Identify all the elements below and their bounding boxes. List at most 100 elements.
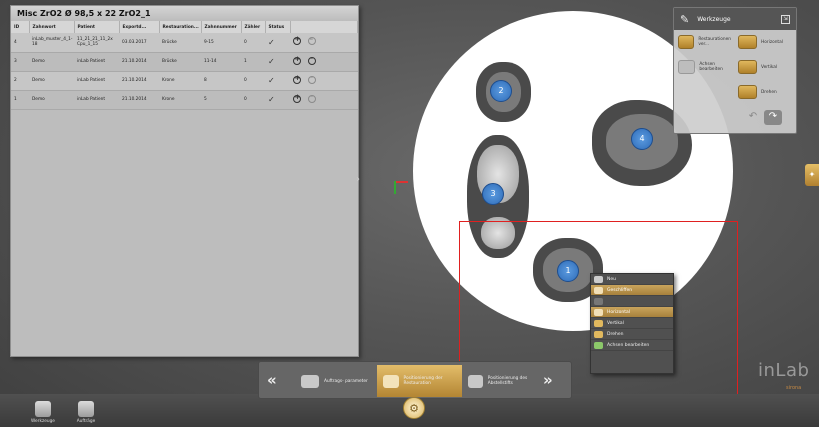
settings-gear-icon[interactable]: ⚙: [403, 397, 425, 419]
remove-icon[interactable]: [307, 92, 316, 103]
menu-item-horizontal[interactable]: Horizontal: [591, 307, 673, 318]
status-check-icon: ✓: [268, 95, 275, 104]
menu-item-geschliffen[interactable]: Geschliffen: [591, 285, 673, 296]
cell-export: 21.10.2014: [119, 71, 159, 91]
remove-icon[interactable]: [307, 35, 316, 46]
status-check-icon: ✓: [268, 76, 275, 85]
tool-label: Drehen: [761, 89, 777, 95]
cell-actions: [290, 52, 358, 72]
edit-axes-button[interactable]: Achsen bearbeiten: [678, 60, 736, 74]
cell-zahnnummer: 9-15: [201, 33, 241, 53]
cell-restauration: Brücke: [159, 33, 201, 53]
remove-icon[interactable]: [307, 73, 316, 84]
jobs-icon: [78, 401, 94, 417]
cell-zahnnummer: 8: [201, 71, 241, 91]
restoration-reset-icon: [678, 35, 695, 49]
bottom-tool-label: Aufträge: [76, 419, 96, 424]
cell-patient: inLab Patient: [74, 71, 119, 91]
cell-status: ✓: [265, 90, 290, 110]
horizontal-button[interactable]: Horizontal: [738, 35, 796, 49]
table-row[interactable]: 2 Demo inLab Patient 21.10.2014 Krone 8 …: [11, 71, 358, 91]
column-header-zahnwort[interactable]: Zahnwort: [29, 21, 75, 33]
cell-export: 03.03.2017: [119, 33, 159, 53]
context-menu: Neu Geschliffen Horizontal Vertikal Dreh…: [590, 273, 674, 374]
table-row[interactable]: 1 Demo inLab Patient 21.10.2014 Krone 5 …: [11, 90, 358, 110]
menu-item-neu[interactable]: Neu: [591, 274, 673, 285]
cell-zaehler: 1: [241, 52, 265, 72]
panel-title: Misc ZrO2 Ø 98,5 x 22 ZrO2_1: [11, 6, 358, 21]
workflow-step-restoration-positioning[interactable]: Positionierung der Restauration: [377, 365, 462, 397]
vertical-button[interactable]: Vertikal: [738, 60, 796, 74]
table-row[interactable]: 4 inLab_muster_4_1-18 11_21_21_11_2x Cpu…: [11, 33, 358, 53]
tools-icon: [35, 401, 51, 417]
cell-zahnwort: inLab_muster_4_1-18: [29, 33, 74, 53]
menu-item-vertikal[interactable]: Vertikal: [591, 318, 673, 329]
redo-icon[interactable]: ↷: [764, 110, 782, 125]
column-header-actions: [290, 21, 358, 33]
menu-item-label: Horizontal: [607, 309, 630, 315]
tool-label: Horizontal: [761, 39, 783, 45]
cell-export: 21.10.2014: [119, 52, 159, 72]
horizontal-icon: [594, 308, 603, 316]
workflow-step-label: Auftrags- parameter: [324, 378, 368, 384]
column-header-zahnnummer[interactable]: Zahnnummer: [201, 21, 242, 33]
remove-icon[interactable]: [307, 54, 316, 65]
new-icon: [594, 275, 603, 283]
cell-actions: [290, 71, 358, 91]
jobs-bottom-button[interactable]: Aufträge: [71, 401, 101, 424]
tools-bottom-button[interactable]: Werkzeuge: [28, 401, 58, 424]
table-row[interactable]: 3 Demo inLab Patient 21.10.2014 Brücke 1…: [11, 52, 358, 72]
jobs-table: ID Zahnwort Patient Exportd... Restaurat…: [11, 21, 358, 110]
cell-zahnwort: Demo: [29, 90, 74, 110]
pin-icon[interactable]: ⇲: [781, 14, 790, 24]
status-check-icon: ✓: [268, 37, 275, 47]
column-header-patient[interactable]: Patient: [74, 21, 120, 33]
column-header-export[interactable]: Exportd...: [119, 21, 160, 33]
workflow-step-label: Positionierung des Abstellstifts: [487, 376, 528, 386]
menu-item-label: Neu: [607, 276, 616, 282]
edit-axes-icon: [594, 341, 603, 349]
undo-icon[interactable]: ↶: [744, 110, 762, 125]
rotate-button[interactable]: Drehen: [738, 85, 796, 99]
cell-status: ✓: [265, 52, 290, 72]
tool-label: Restaurationen ver...: [698, 37, 732, 47]
brand-logo: inLab: [758, 360, 810, 381]
restoration-badge-2[interactable]: 2: [490, 80, 512, 102]
collapse-panel-arrow-icon[interactable]: ›: [356, 174, 364, 188]
column-header-status[interactable]: Status: [265, 21, 291, 33]
previous-step-icon[interactable]: «: [267, 371, 277, 389]
add-icon[interactable]: [293, 35, 301, 46]
menu-item-label: Geschliffen: [607, 287, 633, 293]
column-header-zaehler[interactable]: Zähler: [241, 21, 266, 33]
tools-panel: ✎ Werkzeuge ⇲ Restaurationen ver... Hori…: [673, 7, 797, 134]
vertical-icon: [738, 60, 757, 74]
menu-item-drehen[interactable]: Drehen: [591, 329, 673, 340]
job-parameters-icon: [301, 374, 319, 388]
restoration-reset-button[interactable]: Restaurationen ver...: [678, 35, 736, 49]
tool-label: Achsen bearbeiten: [699, 62, 723, 72]
menu-item-empty[interactable]: [591, 296, 673, 307]
horizontal-icon: [738, 35, 757, 49]
cell-id: 4: [11, 33, 29, 53]
restoration-badge-3[interactable]: 3: [482, 183, 504, 205]
milled-icon: [594, 286, 603, 294]
column-header-id[interactable]: ID: [11, 21, 30, 33]
restoration-badge-1[interactable]: 1: [557, 260, 579, 282]
tool-label: Vertikal: [761, 64, 778, 70]
edit-axes-icon: [678, 60, 696, 74]
menu-item-achsen-bearbeiten[interactable]: Achsen bearbeiten: [591, 340, 673, 351]
cell-actions: [290, 90, 358, 110]
side-panel-tab-icon[interactable]: ✦: [805, 164, 819, 186]
add-icon[interactable]: [293, 93, 301, 103]
workflow-step-job-parameters[interactable]: Auftrags- parameter: [295, 365, 377, 397]
cell-zaehler: 0: [241, 90, 265, 110]
cell-zahnwort: Demo: [29, 71, 74, 91]
restoration-badge-4[interactable]: 4: [631, 128, 653, 150]
next-step-icon[interactable]: »: [543, 371, 553, 389]
restoration-positioning-icon: [383, 374, 399, 388]
add-icon[interactable]: [293, 55, 301, 65]
column-header-restauration[interactable]: Restauration...: [159, 21, 202, 33]
workflow-step-sprue-positioning[interactable]: Positionierung des Abstellstifts: [462, 365, 542, 397]
add-icon[interactable]: [293, 74, 301, 84]
rotate-icon: [738, 85, 757, 99]
